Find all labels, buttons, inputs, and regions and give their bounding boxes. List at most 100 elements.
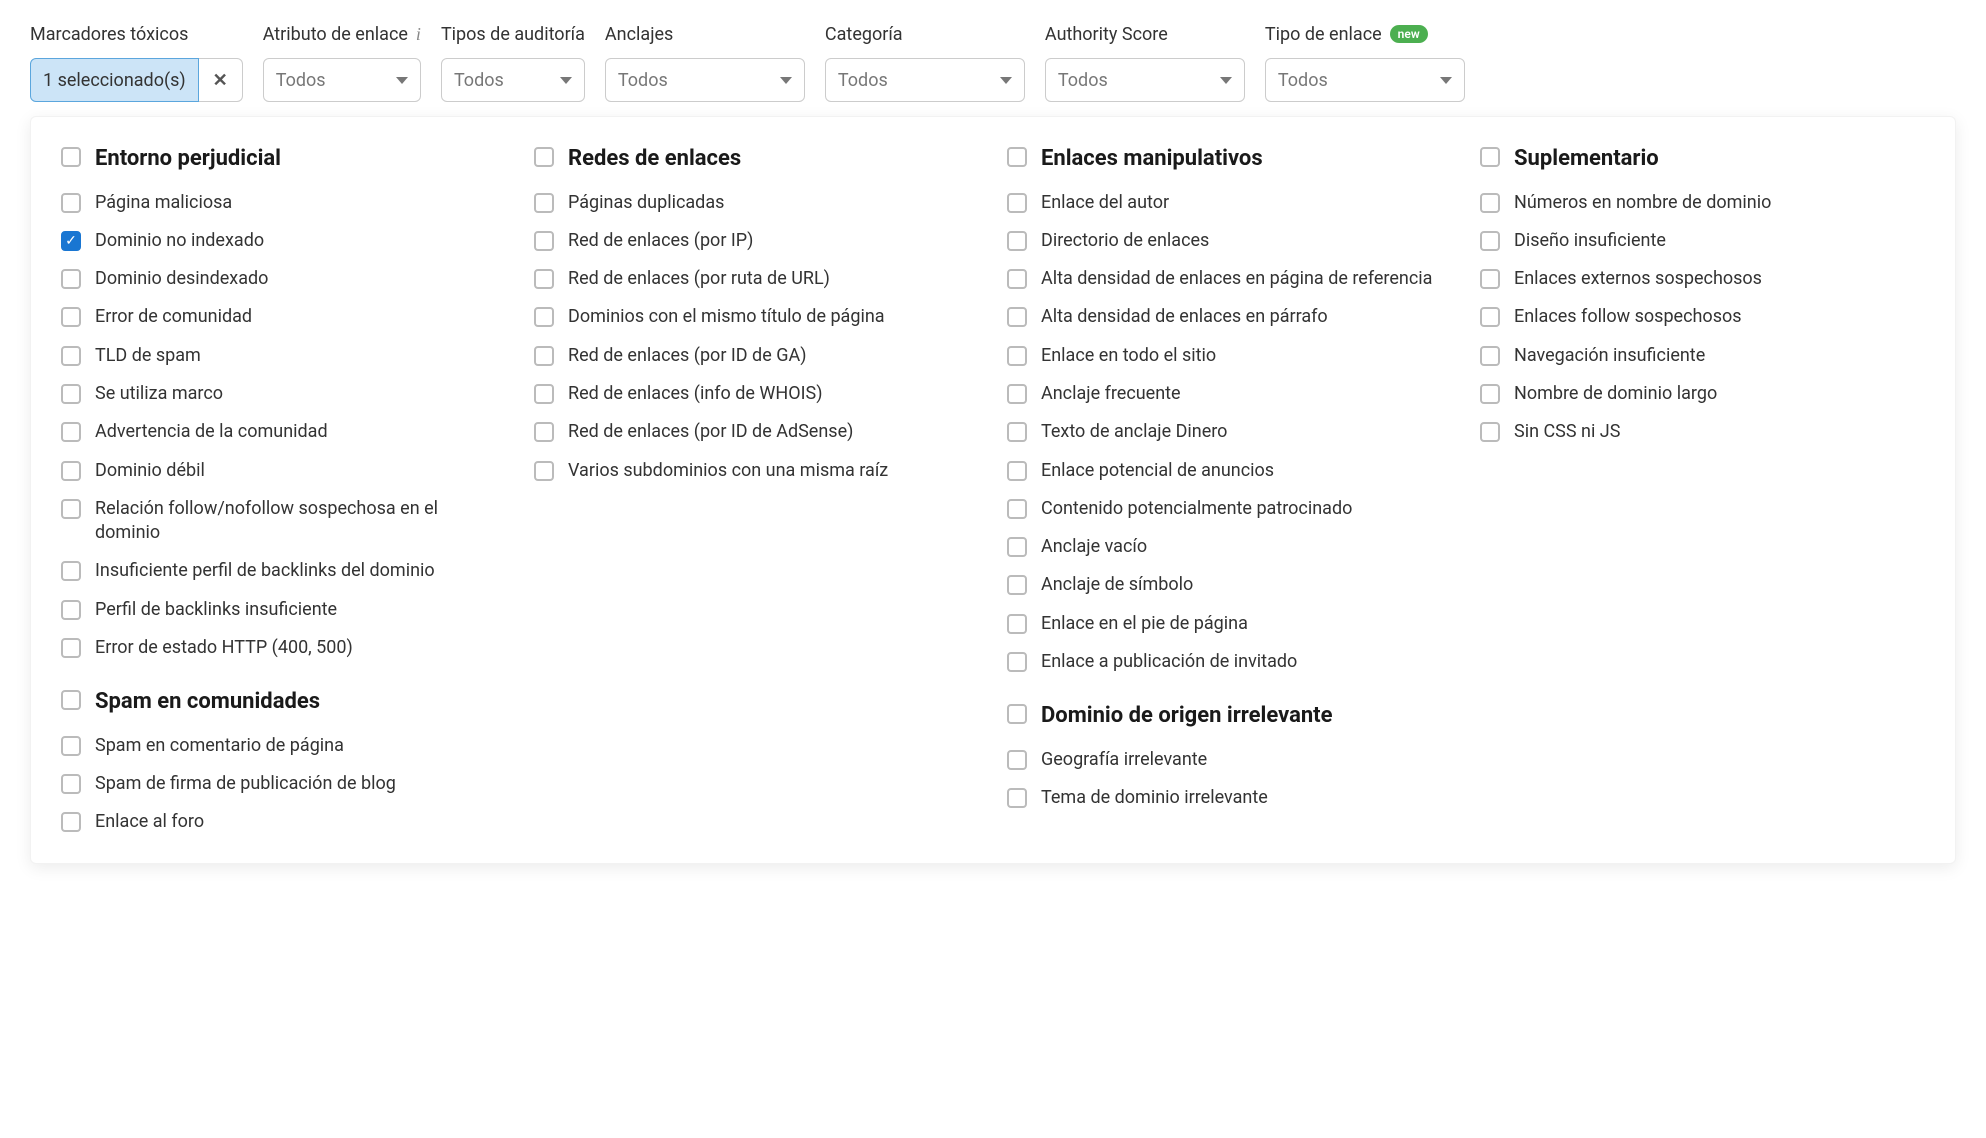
checkbox-row[interactable]: ✓Geografía irrelevante xyxy=(1007,748,1452,772)
checkbox[interactable]: ✓ xyxy=(1480,269,1500,289)
checkbox-row[interactable]: ✓Enlaces follow sospechosos xyxy=(1480,305,1925,329)
section-checkbox[interactable]: ✓ xyxy=(61,690,81,710)
checkbox[interactable]: ✓ xyxy=(61,193,81,213)
checkbox-row[interactable]: ✓Enlaces externos sospechosos xyxy=(1480,267,1925,291)
checkbox-row[interactable]: ✓Página maliciosa xyxy=(61,191,506,215)
checkbox-row[interactable]: ✓Dominio no indexado xyxy=(61,229,506,253)
checkbox-row[interactable]: ✓Anclaje de símbolo xyxy=(1007,573,1452,597)
checkbox-row[interactable]: ✓Insuficiente perfil de backlinks del do… xyxy=(61,559,506,583)
checkbox-row[interactable]: ✓Perfil de backlinks insuficiente xyxy=(61,598,506,622)
checkbox-row[interactable]: ✓Red de enlaces (por ruta de URL) xyxy=(534,267,979,291)
section-header[interactable]: ✓Dominio de origen irrelevante xyxy=(1007,702,1452,730)
checkbox[interactable]: ✓ xyxy=(61,812,81,832)
checkbox[interactable]: ✓ xyxy=(61,346,81,366)
section-header[interactable]: ✓Redes de enlaces xyxy=(534,145,979,173)
checkbox[interactable]: ✓ xyxy=(61,638,81,658)
checkbox[interactable]: ✓ xyxy=(1480,231,1500,251)
checkbox-row[interactable]: ✓Enlace potencial de anuncios xyxy=(1007,459,1452,483)
checkbox[interactable]: ✓ xyxy=(1007,575,1027,595)
checkbox[interactable]: ✓ xyxy=(61,499,81,519)
checkbox[interactable]: ✓ xyxy=(1007,788,1027,808)
checkbox-row[interactable]: ✓Navegación insuficiente xyxy=(1480,344,1925,368)
checkbox-row[interactable]: ✓Diseño insuficiente xyxy=(1480,229,1925,253)
checkbox-row[interactable]: ✓Contenido potencialmente patrocinado xyxy=(1007,497,1452,521)
checkbox-row[interactable]: ✓Directorio de enlaces xyxy=(1007,229,1452,253)
category-dropdown[interactable]: Todos xyxy=(825,58,1025,102)
section-checkbox[interactable]: ✓ xyxy=(1007,147,1027,167)
checkbox-row[interactable]: ✓Red de enlaces (info de WHOIS) xyxy=(534,382,979,406)
checkbox-row[interactable]: ✓Varios subdominios con una misma raíz xyxy=(534,459,979,483)
checkbox-row[interactable]: ✓Red de enlaces (por ID de GA) xyxy=(534,344,979,368)
checkbox-row[interactable]: ✓Spam de firma de publicación de blog xyxy=(61,772,506,796)
checkbox[interactable]: ✓ xyxy=(1007,231,1027,251)
checkbox[interactable]: ✓ xyxy=(61,561,81,581)
checkbox[interactable]: ✓ xyxy=(534,422,554,442)
checkbox[interactable]: ✓ xyxy=(1480,346,1500,366)
checkbox-row[interactable]: ✓Enlace del autor xyxy=(1007,191,1452,215)
checkbox-row[interactable]: ✓Anclaje frecuente xyxy=(1007,382,1452,406)
checkbox[interactable]: ✓ xyxy=(61,422,81,442)
checkbox-row[interactable]: ✓TLD de spam xyxy=(61,344,506,368)
checkbox-row[interactable]: ✓Error de comunidad xyxy=(61,305,506,329)
checkbox-row[interactable]: ✓Números en nombre de dominio xyxy=(1480,191,1925,215)
checkbox[interactable]: ✓ xyxy=(1007,422,1027,442)
checkbox-row[interactable]: ✓Advertencia de la comunidad xyxy=(61,420,506,444)
checkbox[interactable]: ✓ xyxy=(1007,652,1027,672)
checkbox-row[interactable]: ✓Páginas duplicadas xyxy=(534,191,979,215)
checkbox[interactable]: ✓ xyxy=(534,307,554,327)
checkbox-row[interactable]: ✓Se utiliza marco xyxy=(61,382,506,406)
checkbox[interactable]: ✓ xyxy=(61,384,81,404)
checkbox[interactable]: ✓ xyxy=(1007,384,1027,404)
checkbox[interactable]: ✓ xyxy=(1007,750,1027,770)
checkbox-row[interactable]: ✓Enlace a publicación de invitado xyxy=(1007,650,1452,674)
checkbox-row[interactable]: ✓Texto de anclaje Dinero xyxy=(1007,420,1452,444)
checkbox[interactable]: ✓ xyxy=(1007,193,1027,213)
checkbox-row[interactable]: ✓Nombre de dominio largo xyxy=(1480,382,1925,406)
checkbox-row[interactable]: ✓Red de enlaces (por IP) xyxy=(534,229,979,253)
section-header[interactable]: ✓Spam en comunidades xyxy=(61,688,506,716)
checkbox[interactable]: ✓ xyxy=(61,600,81,620)
link-attribute-dropdown[interactable]: Todos xyxy=(263,58,421,102)
section-header[interactable]: ✓Enlaces manipulativos xyxy=(1007,145,1452,173)
checkbox[interactable]: ✓ xyxy=(1007,346,1027,366)
checkbox[interactable]: ✓ xyxy=(1007,307,1027,327)
checkbox-row[interactable]: ✓Enlace en todo el sitio xyxy=(1007,344,1452,368)
checkbox-row[interactable]: ✓Anclaje vacío xyxy=(1007,535,1452,559)
checkbox-row[interactable]: ✓Sin CSS ni JS xyxy=(1480,420,1925,444)
checkbox[interactable]: ✓ xyxy=(534,231,554,251)
checkbox[interactable]: ✓ xyxy=(61,307,81,327)
checkbox-row[interactable]: ✓Spam en comentario de página xyxy=(61,734,506,758)
checkbox[interactable]: ✓ xyxy=(61,736,81,756)
link-type-dropdown[interactable]: Todos xyxy=(1265,58,1465,102)
checkbox[interactable]: ✓ xyxy=(534,384,554,404)
checkbox[interactable]: ✓ xyxy=(1480,307,1500,327)
checkbox[interactable]: ✓ xyxy=(1007,499,1027,519)
checkbox[interactable]: ✓ xyxy=(534,461,554,481)
checkbox[interactable]: ✓ xyxy=(61,774,81,794)
toxic-markers-dropdown[interactable]: 1 seleccionado(s) xyxy=(30,58,199,102)
section-checkbox[interactable]: ✓ xyxy=(1480,147,1500,167)
section-checkbox[interactable]: ✓ xyxy=(1007,704,1027,724)
checkbox-row[interactable]: ✓Dominio débil xyxy=(61,459,506,483)
checkbox[interactable]: ✓ xyxy=(1007,461,1027,481)
checkbox-row[interactable]: ✓Dominios con el mismo título de página xyxy=(534,305,979,329)
checkbox-row[interactable]: ✓Dominio desindexado xyxy=(61,267,506,291)
authority-score-dropdown[interactable]: Todos xyxy=(1045,58,1245,102)
checkbox-row[interactable]: ✓Relación follow/nofollow sospechosa en … xyxy=(61,497,506,546)
checkbox[interactable]: ✓ xyxy=(534,193,554,213)
clear-toxic-markers-button[interactable]: ✕ xyxy=(199,58,243,102)
section-header[interactable]: ✓Suplementario xyxy=(1480,145,1925,173)
section-header[interactable]: ✓Entorno perjudicial xyxy=(61,145,506,173)
info-icon[interactable]: i xyxy=(416,24,421,45)
checkbox[interactable]: ✓ xyxy=(1480,422,1500,442)
checkbox[interactable]: ✓ xyxy=(534,346,554,366)
checkbox[interactable]: ✓ xyxy=(534,269,554,289)
checkbox[interactable]: ✓ xyxy=(1007,537,1027,557)
checkbox[interactable]: ✓ xyxy=(1007,269,1027,289)
checkbox-row[interactable]: ✓Enlace en el pie de página xyxy=(1007,612,1452,636)
checkbox[interactable]: ✓ xyxy=(1480,193,1500,213)
section-checkbox[interactable]: ✓ xyxy=(61,147,81,167)
checkbox[interactable]: ✓ xyxy=(61,269,81,289)
checkbox[interactable]: ✓ xyxy=(1480,384,1500,404)
checkbox-row[interactable]: ✓Enlace al foro xyxy=(61,810,506,834)
